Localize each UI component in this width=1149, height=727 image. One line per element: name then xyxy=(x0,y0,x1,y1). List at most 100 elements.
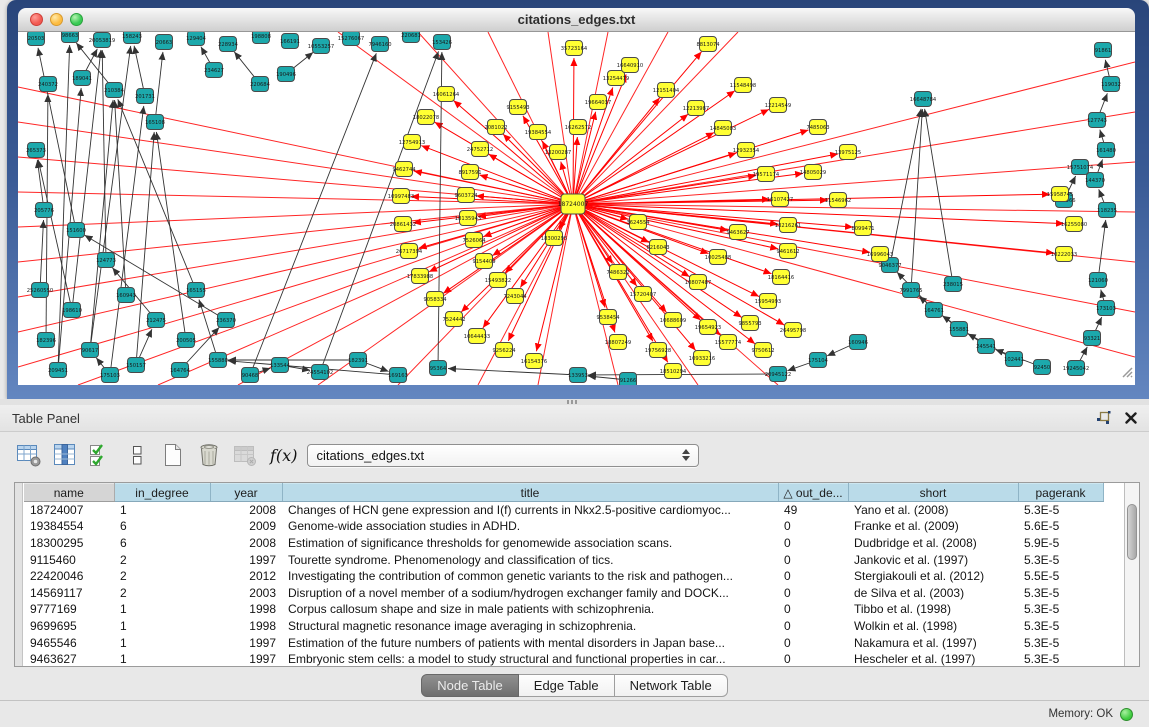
table-row[interactable]: 1938455462009Genome-wide association stu… xyxy=(24,518,1103,535)
cell-pagerank[interactable]: 5.3E-5 xyxy=(1018,551,1103,568)
close-panel-icon[interactable] xyxy=(1125,412,1137,424)
graph-node[interactable]: 8099471 xyxy=(851,221,874,236)
cell-title[interactable]: Structural magnetic resonance image aver… xyxy=(282,618,778,635)
graph-node[interactable]: 13200287 xyxy=(545,145,571,160)
graph-node[interactable]: 7486322 xyxy=(606,265,629,280)
graph-node[interactable]: 133544 xyxy=(270,358,291,373)
graph-node[interactable]: 18724007 xyxy=(558,194,589,214)
network-canvas[interactable]: 2050398663200538191582432066312940422893… xyxy=(18,32,1135,385)
cell-pagerank[interactable]: 5.3E-5 xyxy=(1018,634,1103,651)
graph-node[interactable]: 182396 xyxy=(36,333,56,348)
graph-node[interactable]: 169163 xyxy=(388,368,408,383)
graph-node[interactable]: 12213987 xyxy=(683,101,709,116)
graph-node[interactable]: 15276067 xyxy=(338,32,364,46)
show-columns-icon[interactable] xyxy=(50,440,80,470)
graph-node[interactable]: 209451 xyxy=(48,363,68,378)
cell-name[interactable]: 9463627 xyxy=(24,651,114,668)
table-row[interactable]: 946554611997Estimation of the future num… xyxy=(24,634,1103,651)
graph-node[interactable]: 20861432 xyxy=(390,217,416,232)
graph-node[interactable]: 189041 xyxy=(72,71,92,86)
resize-grip-icon[interactable] xyxy=(1120,365,1133,383)
graph-node[interactable]: 7526064 xyxy=(462,233,486,248)
column-header-pagerank[interactable]: pagerank xyxy=(1018,484,1103,502)
cell-out_degree[interactable]: 49 xyxy=(778,502,848,519)
cell-in_degree[interactable]: 1 xyxy=(114,634,210,651)
cell-name[interactable]: 19384554 xyxy=(24,518,114,535)
graph-node[interactable]: 18510294 xyxy=(660,364,687,379)
cell-title[interactable]: Estimation of significance thresholds fo… xyxy=(282,535,778,552)
cell-pagerank[interactable]: 5.3E-5 xyxy=(1018,651,1103,668)
cell-year[interactable]: 2009 xyxy=(210,518,282,535)
graph-node[interactable]: 124773 xyxy=(96,253,116,268)
graph-node[interactable]: 9855793 xyxy=(738,316,761,331)
cell-pagerank[interactable]: 5.3E-5 xyxy=(1018,584,1103,601)
graph-node[interactable]: 95364 xyxy=(430,361,447,376)
graph-node[interactable]: 9256224 xyxy=(492,343,516,358)
cell-name[interactable]: 9115460 xyxy=(24,551,114,568)
network-window-titlebar[interactable]: citations_edges.txt xyxy=(18,8,1135,32)
graph-node[interactable]: 7524442 xyxy=(442,312,465,327)
table-settings-icon[interactable] xyxy=(14,440,44,470)
graph-node[interactable]: 11548498 xyxy=(730,78,756,93)
cell-pagerank[interactable]: 5.3E-5 xyxy=(1018,618,1103,635)
graph-node[interactable]: 201731 xyxy=(135,89,155,104)
graph-node[interactable]: 220684 xyxy=(250,77,271,92)
column-header-title[interactable]: title xyxy=(282,484,778,502)
graph-node[interactable]: 14805029 xyxy=(800,165,826,180)
graph-node[interactable]: 20663 xyxy=(156,35,173,50)
cell-in_degree[interactable]: 1 xyxy=(114,651,210,668)
graph-node[interactable]: 129404 xyxy=(186,32,207,46)
cell-name[interactable]: 9777169 xyxy=(24,601,114,618)
table-row[interactable]: 946362711997Embryonic stem cells: a mode… xyxy=(24,651,1103,668)
cell-title[interactable]: Changes of HCN gene expression and I(f) … xyxy=(282,502,778,519)
graph-node[interactable]: 236370 xyxy=(216,313,236,328)
cell-out_degree[interactable]: 0 xyxy=(778,551,848,568)
cell-out_degree[interactable]: 0 xyxy=(778,651,848,668)
graph-node[interactable]: 175104 xyxy=(808,353,829,368)
cell-out_degree[interactable]: 0 xyxy=(778,568,848,585)
graph-node[interactable]: 2081022 xyxy=(484,120,507,135)
citation-network-graph[interactable]: 2050398663200538191582432066312940422893… xyxy=(18,32,1135,385)
graph-node[interactable]: 13216261 xyxy=(775,218,801,233)
cell-title[interactable]: Disruption of a novel member of a sodium… xyxy=(282,584,778,601)
cell-title[interactable]: Estimation of the future numbers of pati… xyxy=(282,634,778,651)
graph-node[interactable]: 9463627 xyxy=(726,225,749,240)
graph-node[interactable]: 9461612 xyxy=(776,244,799,259)
cell-short[interactable]: Jankovic et al. (1997) xyxy=(848,551,1018,568)
cell-title[interactable]: Tourette syndrome. Phenomenology and cla… xyxy=(282,551,778,568)
graph-node[interactable]: 3624554 xyxy=(626,215,650,230)
graph-node[interactable]: 166191 xyxy=(280,34,300,49)
table-row[interactable]: 1872400712008Changes of HCN gene express… xyxy=(24,502,1103,519)
graph-node[interactable]: 102441 xyxy=(1004,352,1024,367)
graph-node[interactable]: 26717394 xyxy=(396,244,423,259)
graph-node[interactable]: 16648784 xyxy=(910,92,937,107)
graph-node[interactable]: 165155 xyxy=(186,283,206,298)
cell-title[interactable]: Corpus callosum shape and size in male p… xyxy=(282,601,778,618)
graph-node[interactable]: 220681 xyxy=(401,32,421,43)
graph-node[interactable]: 90617 xyxy=(82,343,99,358)
cell-year[interactable]: 1997 xyxy=(210,551,282,568)
cell-short[interactable]: Yano et al. (2008) xyxy=(848,502,1018,519)
graph-node[interactable]: 153426 xyxy=(432,35,452,50)
cell-pagerank[interactable]: 5.6E-5 xyxy=(1018,518,1103,535)
cell-short[interactable]: Dudbridge et al. (2008) xyxy=(848,535,1018,552)
graph-node[interactable]: 16061264 xyxy=(433,87,460,102)
graph-node[interactable]: 14845083 xyxy=(710,121,736,136)
cell-out_degree[interactable]: 0 xyxy=(778,535,848,552)
cell-out_degree[interactable]: 0 xyxy=(778,618,848,635)
graph-node[interactable]: 7485063 xyxy=(806,120,829,135)
graph-node[interactable]: 127743 xyxy=(1087,113,1107,128)
cell-in_degree[interactable]: 2 xyxy=(114,551,210,568)
graph-node[interactable]: 155881 xyxy=(949,322,969,337)
graph-node[interactable]: 175103 xyxy=(100,368,120,383)
graph-node[interactable]: 144370 xyxy=(1085,173,1105,188)
cell-out_degree[interactable]: 0 xyxy=(778,584,848,601)
cell-year[interactable]: 1997 xyxy=(210,634,282,651)
tab-node-table[interactable]: Node Table xyxy=(421,674,519,697)
graph-node[interactable]: 10997483 xyxy=(388,189,414,204)
cell-short[interactable]: Stergiakouli et al. (2012) xyxy=(848,568,1018,585)
table-row[interactable]: 977716911998Corpus callosum shape and si… xyxy=(24,601,1103,618)
table-vertical-scrollbar[interactable] xyxy=(1124,483,1139,666)
tab-edge-table[interactable]: Edge Table xyxy=(519,674,615,697)
graph-node[interactable]: 91861 xyxy=(1095,43,1112,58)
